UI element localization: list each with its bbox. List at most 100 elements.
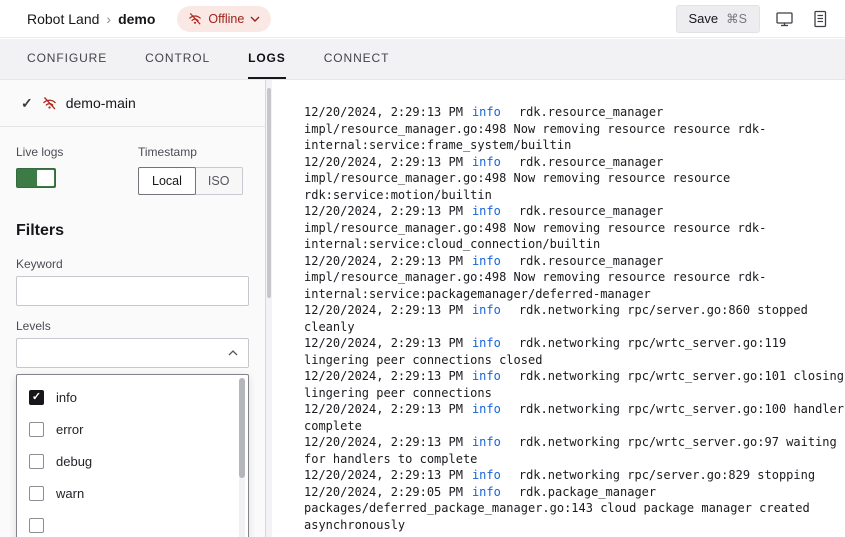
screen-button[interactable] bbox=[773, 8, 796, 30]
log-logger: rdk.resource_manager bbox=[519, 155, 664, 169]
toggle-knob bbox=[37, 170, 54, 186]
level-option-label: warn bbox=[56, 486, 84, 501]
logs-panel: 12/20/2024, 2:29:13 PM info rdk.resource_m… bbox=[272, 80, 845, 537]
tab-logs[interactable]: LOGS bbox=[248, 39, 286, 79]
dropdown-scrollbar[interactable] bbox=[239, 378, 245, 537]
topbar-actions: Save ⌘S bbox=[676, 5, 831, 33]
keyword-label: Keyword bbox=[16, 257, 63, 271]
checkbox-partial[interactable] bbox=[29, 518, 44, 533]
log-level: info bbox=[472, 402, 501, 416]
levels-select[interactable] bbox=[16, 338, 249, 368]
timestamp-control: Timestamp Local ISO bbox=[138, 145, 243, 195]
timestamp-option-local[interactable]: Local bbox=[138, 167, 196, 195]
checkbox-info[interactable] bbox=[29, 390, 44, 405]
level-option-error[interactable]: error bbox=[17, 413, 248, 445]
live-logs-toggle[interactable] bbox=[16, 168, 56, 188]
document-icon bbox=[811, 10, 829, 28]
log-entry: 12/20/2024, 2:29:13 PM info rdk.resource_m… bbox=[304, 253, 845, 303]
log-message: impl/resource_manager.go:498 Now removin… bbox=[304, 221, 766, 252]
log-logger: rdk.resource_manager bbox=[519, 105, 664, 119]
level-option-label: debug bbox=[56, 454, 92, 469]
log-timestamp: 12/20/2024, 2:29:13 PM bbox=[304, 402, 463, 416]
tab-connect[interactable]: CONNECT bbox=[324, 39, 390, 79]
log-level: info bbox=[472, 303, 501, 317]
level-option-info[interactable]: info bbox=[17, 381, 248, 413]
tab-control[interactable]: CONTROL bbox=[145, 39, 210, 79]
log-message: packages/deferred_package_manager.go:143… bbox=[304, 501, 810, 532]
breadcrumb-separator: › bbox=[106, 11, 111, 27]
tab-configure[interactable]: CONFIGURE bbox=[27, 39, 107, 79]
log-logger: rdk.networking bbox=[519, 369, 620, 383]
save-label: Save bbox=[689, 11, 719, 26]
tab-bar: CONFIGURE CONTROL LOGS CONNECT bbox=[0, 39, 845, 80]
level-option-debug[interactable]: debug bbox=[17, 445, 248, 477]
live-logs-label: Live logs bbox=[16, 145, 63, 159]
filters-title: Filters bbox=[16, 222, 64, 240]
part-name: demo-main bbox=[66, 95, 136, 111]
checkbox-error[interactable] bbox=[29, 422, 44, 437]
log-level: info bbox=[472, 485, 501, 499]
save-shortcut: ⌘S bbox=[726, 11, 747, 26]
check-icon: ✓ bbox=[21, 96, 33, 110]
timestamp-option-iso[interactable]: ISO bbox=[195, 168, 243, 194]
log-timestamp: 12/20/2024, 2:29:13 PM bbox=[304, 303, 463, 317]
log-timestamp: 12/20/2024, 2:29:13 PM bbox=[304, 155, 463, 169]
log-timestamp: 12/20/2024, 2:29:13 PM bbox=[304, 468, 463, 482]
level-option-partial[interactable] bbox=[17, 509, 248, 537]
screen-icon bbox=[775, 10, 794, 28]
breadcrumb: Robot Land › demo bbox=[27, 11, 155, 27]
checkbox-debug[interactable] bbox=[29, 454, 44, 469]
log-level: info bbox=[472, 254, 501, 268]
levels-label: Levels bbox=[16, 319, 51, 333]
log-level: info bbox=[472, 369, 501, 383]
log-entry: 12/20/2024, 2:29:13 PMinfordk.networking… bbox=[304, 467, 845, 484]
save-button[interactable]: Save ⌘S bbox=[676, 5, 760, 33]
log-level: info bbox=[472, 204, 501, 218]
log-entry: 12/20/2024, 2:29:13 PMinfordk.networking… bbox=[304, 335, 845, 368]
log-timestamp: 12/20/2024, 2:29:13 PM bbox=[304, 204, 463, 218]
level-options: info error debug warn bbox=[17, 381, 248, 537]
log-message: rpc/server.go:829 stopping bbox=[620, 468, 815, 482]
keyword-input[interactable] bbox=[16, 276, 249, 306]
log-message: impl/resource_manager.go:498 Now removin… bbox=[304, 171, 730, 202]
breadcrumb-current: demo bbox=[118, 11, 155, 27]
log-message: impl/resource_manager.go:498 Now removin… bbox=[304, 270, 766, 301]
log-timestamp: 12/20/2024, 2:29:13 PM bbox=[304, 336, 463, 350]
log-entry: 12/20/2024, 2:29:13 PM info rdk.networking… bbox=[304, 302, 845, 335]
log-logger: rdk.resource_manager bbox=[519, 254, 664, 268]
log-level: info bbox=[472, 155, 501, 169]
log-logger: rdk.networking bbox=[519, 303, 620, 317]
levels-dropdown: info error debug warn bbox=[16, 374, 249, 537]
document-button[interactable] bbox=[809, 8, 831, 30]
level-option-warn[interactable]: warn bbox=[17, 477, 248, 509]
log-logger: rdk.networking bbox=[519, 402, 620, 416]
chevron-down-icon bbox=[250, 16, 260, 22]
part-selector[interactable]: ✓ demo-main bbox=[0, 80, 265, 127]
timestamp-label: Timestamp bbox=[138, 145, 243, 159]
machine-status-badge[interactable]: Offline bbox=[177, 6, 271, 32]
chevron-up-icon bbox=[228, 350, 238, 356]
level-option-label: error bbox=[56, 422, 83, 437]
part-offline-icon bbox=[42, 96, 57, 111]
log-timestamp: 12/20/2024, 2:29:05 PM bbox=[304, 485, 463, 499]
log-level: info bbox=[472, 336, 501, 350]
sidebar: ✓ demo-main Live logs Timestamp Local IS… bbox=[0, 80, 266, 537]
timestamp-segmented: Local ISO bbox=[138, 167, 243, 195]
checkbox-warn[interactable] bbox=[29, 486, 44, 501]
top-bar: Robot Land › demo Offline Save ⌘S bbox=[0, 0, 845, 38]
log-level: info bbox=[472, 435, 501, 449]
log-entry: 12/20/2024, 2:29:13 PMinfordk.resource_m… bbox=[304, 203, 845, 253]
log-entry: 12/20/2024, 2:29:05 PMinfordk.package_ma… bbox=[304, 484, 845, 534]
level-option-label: info bbox=[56, 390, 77, 405]
log-timestamp: 12/20/2024, 2:29:13 PM bbox=[304, 254, 463, 268]
log-entry: 12/20/2024, 2:29:13 PMinfordk.networking… bbox=[304, 434, 845, 467]
log-level: info bbox=[472, 105, 501, 119]
log-list: 12/20/2024, 2:29:13 PM info rdk.resource_m… bbox=[304, 104, 845, 533]
dropdown-scrollbar-thumb[interactable] bbox=[239, 378, 245, 478]
live-logs-control: Live logs bbox=[16, 145, 63, 188]
offline-icon bbox=[188, 12, 202, 26]
logs-scrollbar-thumb[interactable] bbox=[267, 88, 271, 298]
log-entry: 12/20/2024, 2:29:13 PM info rdk.networking… bbox=[304, 401, 845, 434]
log-level: info bbox=[472, 468, 501, 482]
breadcrumb-root[interactable]: Robot Land bbox=[27, 11, 99, 27]
